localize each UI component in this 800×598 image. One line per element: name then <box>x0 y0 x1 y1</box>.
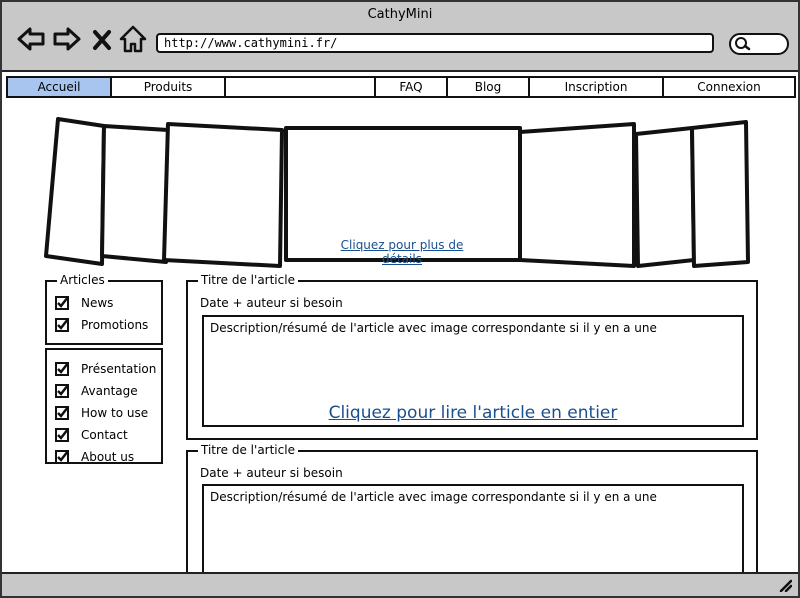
checkbox-checked-icon[interactable] <box>55 318 69 332</box>
search-box[interactable] <box>729 33 789 55</box>
sidebar-item-label: About us <box>81 450 135 464</box>
menu-item-inscription[interactable]: Inscription <box>530 78 664 96</box>
sidebar-item-label: Présentation <box>81 362 157 376</box>
article-card: Titre de l'article Date + auteur si beso… <box>186 443 758 594</box>
menu-item-produits[interactable]: Produits <box>112 78 226 96</box>
sidebar-item-news[interactable]: News <box>55 294 113 312</box>
carousel-frame <box>518 122 636 268</box>
menu-item-empty[interactable] <box>226 78 376 96</box>
arrow-left-icon[interactable] <box>16 24 46 54</box>
sidebar-item-contact[interactable]: Contact <box>55 426 128 444</box>
window-title: CathyMini <box>367 7 433 22</box>
sidebar-item-promotions[interactable]: Promotions <box>55 316 148 334</box>
article-card: Titre de l'article Date + auteur si beso… <box>186 273 758 440</box>
article-meta: Date + auteur si besoin <box>200 466 343 480</box>
carousel-frame <box>100 124 170 264</box>
checkbox-checked-icon[interactable] <box>55 406 69 420</box>
url-input[interactable]: http://www.cathymini.fr/ <box>156 33 714 53</box>
status-bar <box>2 572 798 596</box>
sidebar-item-presentation[interactable]: Présentation <box>55 360 156 378</box>
checkbox-checked-icon[interactable] <box>55 384 69 398</box>
article-title: Titre de l'article <box>198 273 298 287</box>
article-meta: Date + auteur si besoin <box>200 296 343 310</box>
checkbox-checked-icon[interactable] <box>55 450 69 464</box>
browser-toolbar: CathyMini http://www.cathymini.fr/ <box>2 2 798 72</box>
articles-panel: Articles News Promotions <box>45 273 163 345</box>
carousel-frame <box>690 120 750 268</box>
menu-item-blog[interactable]: Blog <box>448 78 530 96</box>
article-title: Titre de l'article <box>198 443 298 457</box>
carousel-details-link[interactable]: Cliquez pour plus de détails <box>320 238 484 266</box>
read-article-link[interactable]: Cliquez pour lire l'article en entier <box>204 403 742 423</box>
menu-item-faq[interactable]: FAQ <box>376 78 448 96</box>
image-carousel[interactable]: Cliquez pour plus de détails <box>42 114 762 274</box>
articles-panel-title: Articles <box>57 273 108 287</box>
carousel-frame <box>634 126 696 268</box>
sidebar-item-label: News <box>81 296 114 310</box>
home-icon[interactable] <box>118 24 148 54</box>
sidebar-item-label: Promotions <box>81 318 149 332</box>
sidebar-item-avantage[interactable]: Avantage <box>55 382 138 400</box>
search-icon <box>735 37 751 51</box>
menu-item-accueil[interactable]: Accueil <box>8 78 112 96</box>
sidebar-item-how-to-use[interactable]: How to use <box>55 404 148 422</box>
checkbox-checked-icon[interactable] <box>55 428 69 442</box>
arrow-right-icon[interactable] <box>52 24 82 54</box>
browser-window: CathyMini http://www.cathymini.fr/ Accue… <box>0 0 800 598</box>
sidebar-item-label: Avantage <box>81 384 138 398</box>
carousel-frame <box>162 122 284 268</box>
resize-grip-icon[interactable] <box>778 578 792 592</box>
main-menu: Accueil Produits FAQ Blog Inscription Co… <box>6 76 796 98</box>
checkbox-checked-icon[interactable] <box>55 296 69 310</box>
close-icon[interactable] <box>90 24 114 54</box>
carousel-frame <box>44 117 106 266</box>
sidebar-item-label: How to use <box>81 406 149 420</box>
sidebar-item-label: Contact <box>81 428 128 442</box>
article-description: Description/résumé de l'article avec ima… <box>210 490 657 504</box>
menu-item-connexion[interactable]: Connexion <box>664 78 794 96</box>
article-summary-box: Description/résumé de l'article avec ima… <box>202 315 744 427</box>
checkbox-checked-icon[interactable] <box>55 362 69 376</box>
article-description: Description/résumé de l'article avec ima… <box>210 321 657 335</box>
info-panel: Présentation Avantage How to use Contact… <box>45 348 163 464</box>
sidebar-item-about-us[interactable]: About us <box>55 448 134 466</box>
